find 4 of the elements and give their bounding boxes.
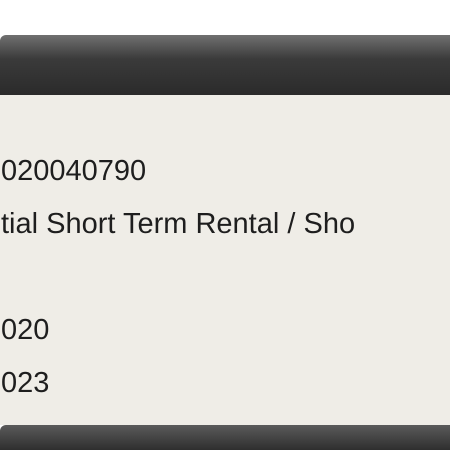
detail-text: 023 [1, 367, 50, 400]
detail-text: tial Short Term Rental / Sho [1, 208, 356, 241]
detail-text: 020040790 [1, 155, 146, 188]
detail-text: 020 [1, 314, 50, 347]
